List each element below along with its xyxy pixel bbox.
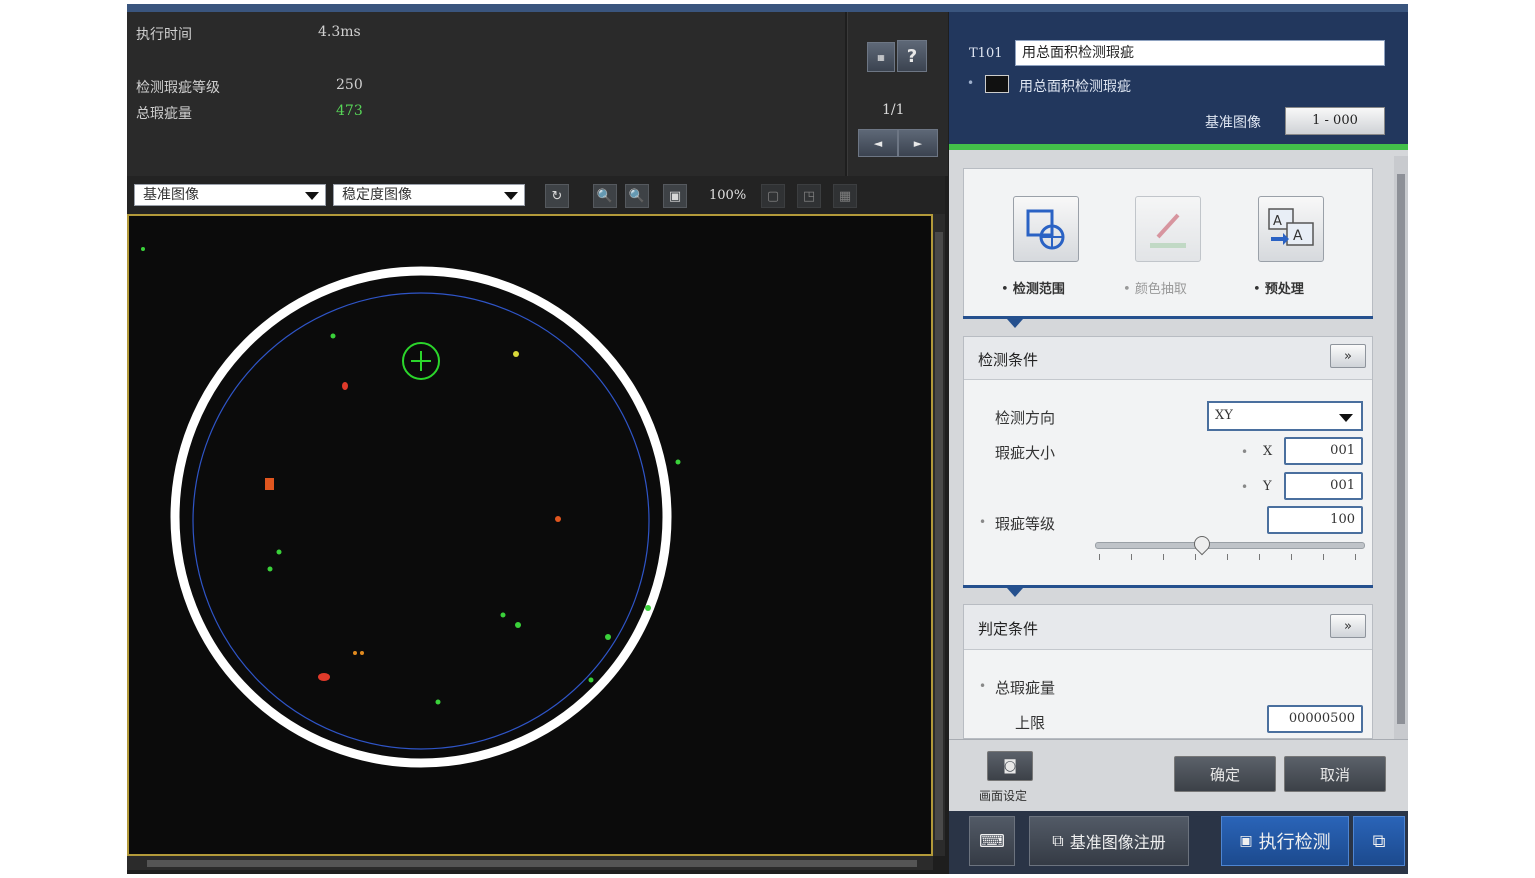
- next-page-button[interactable]: ►: [898, 129, 938, 157]
- upper-limit-label: 上限: [1015, 714, 1046, 732]
- direction-value: XY: [1215, 408, 1233, 423]
- run-inspection-label: 执行检测: [1258, 832, 1331, 853]
- chevron-down-icon: [1339, 414, 1353, 422]
- grid-icon[interactable]: ▦: [833, 184, 857, 208]
- reference-image-button[interactable]: 1 - 000: [1285, 107, 1385, 135]
- reference-image-label: 基准图像: [1205, 115, 1261, 131]
- preprocess-button[interactable]: A A: [1258, 196, 1324, 262]
- tool-name-label: 用总面积检测瑕疵: [1019, 79, 1131, 95]
- refresh-icon[interactable]: ↻: [545, 184, 569, 208]
- stability-select-value: 稳定度图像: [342, 187, 412, 203]
- total-defect-value: 473: [336, 103, 363, 119]
- outer-ring: [170, 266, 672, 768]
- x-label: X: [1263, 444, 1273, 459]
- image-viewer[interactable]: [127, 214, 933, 856]
- tool-name-input[interactable]: 用总面积检测瑕疵: [1015, 40, 1385, 66]
- detection-range-label: 检测范围: [1012, 282, 1065, 297]
- judge-expand-button[interactable]: »: [1330, 614, 1366, 638]
- image-select-value: 基准图像: [143, 187, 199, 203]
- defect-level-setting-label: 瑕疵等级: [995, 515, 1056, 533]
- defect-level-slider[interactable]: [1095, 542, 1365, 549]
- app-window: 执行时间 4.3ms 检测瑕疵等级 250 总瑕疵量 473 ▦ ? 1/1 ◄…: [127, 4, 1408, 874]
- svg-text:A: A: [1273, 214, 1282, 229]
- preprocess-label: 预处理: [1264, 282, 1304, 297]
- caret-down-icon: [1007, 588, 1023, 597]
- color-extract-button[interactable]: [1135, 196, 1201, 262]
- tool-header: T101 用总面积检测瑕疵 • 用总面积检测瑕疵 基准图像 1 - 000: [949, 12, 1408, 146]
- color-extract-label: 颜色抽取: [1134, 282, 1187, 297]
- exec-time-label: 执行时间: [136, 27, 192, 43]
- bullet-icon: •: [1241, 480, 1249, 494]
- detection-range-icon: [1026, 209, 1065, 250]
- vertical-scroll-thumb[interactable]: [935, 232, 943, 840]
- zoom-level: 100%: [709, 188, 747, 203]
- screen-setting-icon: ◙: [1003, 758, 1017, 774]
- defect-level-label: 检测瑕疵等级: [136, 80, 220, 96]
- zoom-out-icon[interactable]: 🔍: [625, 184, 649, 208]
- monitor-icon[interactable]: ▦: [867, 42, 895, 72]
- total-defect-setting-label: 总瑕疵量: [995, 679, 1056, 697]
- page-indicator: 1/1: [882, 102, 905, 118]
- prev-page-button[interactable]: ◄: [858, 129, 898, 157]
- bullet-icon: •: [1241, 445, 1249, 459]
- y-label: Y: [1263, 479, 1272, 494]
- image-select-combo[interactable]: 基准图像: [134, 184, 326, 206]
- color-extract-caption: • 颜色抽取: [1123, 282, 1187, 297]
- defect-markers: [141, 247, 681, 705]
- register-reference-button[interactable]: ⧉ 基准图像注册: [1029, 816, 1189, 866]
- direction-select[interactable]: XY: [1207, 401, 1363, 431]
- preprocess-icon: A A: [1268, 208, 1314, 246]
- crosshair-icon: [402, 342, 440, 380]
- bullet-icon: •: [967, 76, 975, 90]
- view-mode-icon[interactable]: ▢: [761, 184, 785, 208]
- detection-conditions-title: 检测条件: [978, 351, 1039, 369]
- bullet-icon: •: [979, 515, 987, 529]
- exec-time-value: 4.3ms: [318, 24, 361, 40]
- detection-expand-button[interactable]: »: [1330, 344, 1366, 368]
- horizontal-scroll-thumb[interactable]: [147, 860, 917, 867]
- register-reference-label: 基准图像注册: [1069, 833, 1166, 852]
- help-button[interactable]: ?: [897, 40, 927, 72]
- result-info-panel: 执行时间 4.3ms 检测瑕疵等级 250 总瑕疵量 473: [127, 12, 845, 176]
- bullet-icon: •: [979, 679, 987, 693]
- size-x-field[interactable]: 001: [1284, 437, 1363, 465]
- play-icon: ▣: [1239, 833, 1253, 849]
- fit-screen-icon[interactable]: ▣: [663, 184, 687, 208]
- keyboard-icon[interactable]: ⌨: [969, 816, 1015, 866]
- chevron-down-icon: [305, 192, 319, 200]
- tool-id: T101: [969, 46, 1003, 61]
- defect-level-field[interactable]: 100: [1267, 506, 1363, 534]
- section-divider: [963, 585, 1373, 588]
- svg-text:A: A: [1293, 228, 1303, 244]
- screen-setting-label: 画面设定: [979, 789, 1028, 803]
- defect-size-label: 瑕疵大小: [995, 444, 1056, 462]
- direction-label: 检测方向: [995, 409, 1056, 427]
- inspection-image: [141, 247, 681, 768]
- preprocess-caption: • 预处理: [1253, 282, 1304, 297]
- screen-setting-button[interactable]: ◙: [987, 751, 1033, 781]
- ok-button[interactable]: 确定: [1174, 756, 1276, 792]
- register-image-icon: ⧉: [1052, 831, 1064, 850]
- slider-ticks: [1099, 554, 1361, 560]
- run-settings-icon[interactable]: ⧉: [1353, 816, 1405, 866]
- zoom-in-icon[interactable]: 🔍: [593, 184, 617, 208]
- detection-range-caption: • 检测范围: [1001, 282, 1065, 297]
- tool-type-icon: [985, 75, 1009, 93]
- size-y-field[interactable]: 001: [1284, 472, 1363, 500]
- total-defect-label: 总瑕疵量: [136, 106, 192, 122]
- cancel-button[interactable]: 取消: [1284, 756, 1386, 792]
- defect-level-value: 250: [336, 77, 363, 93]
- caret-down-icon: [1007, 319, 1023, 328]
- settings-scroll-thumb[interactable]: [1397, 174, 1405, 724]
- eyedropper-icon: [1150, 213, 1186, 248]
- upper-limit-field[interactable]: 00000500: [1267, 705, 1363, 733]
- run-inspection-button[interactable]: ▣ 执行检测: [1221, 816, 1349, 866]
- chevron-down-icon: [504, 192, 518, 200]
- judge-conditions-title: 判定条件: [978, 620, 1039, 638]
- top-bar: [127, 4, 1408, 12]
- stability-select-combo[interactable]: 稳定度图像: [333, 184, 525, 206]
- overlay-icon[interactable]: ◳: [797, 184, 821, 208]
- detection-range-button[interactable]: [1013, 196, 1079, 262]
- section-divider: [963, 316, 1373, 319]
